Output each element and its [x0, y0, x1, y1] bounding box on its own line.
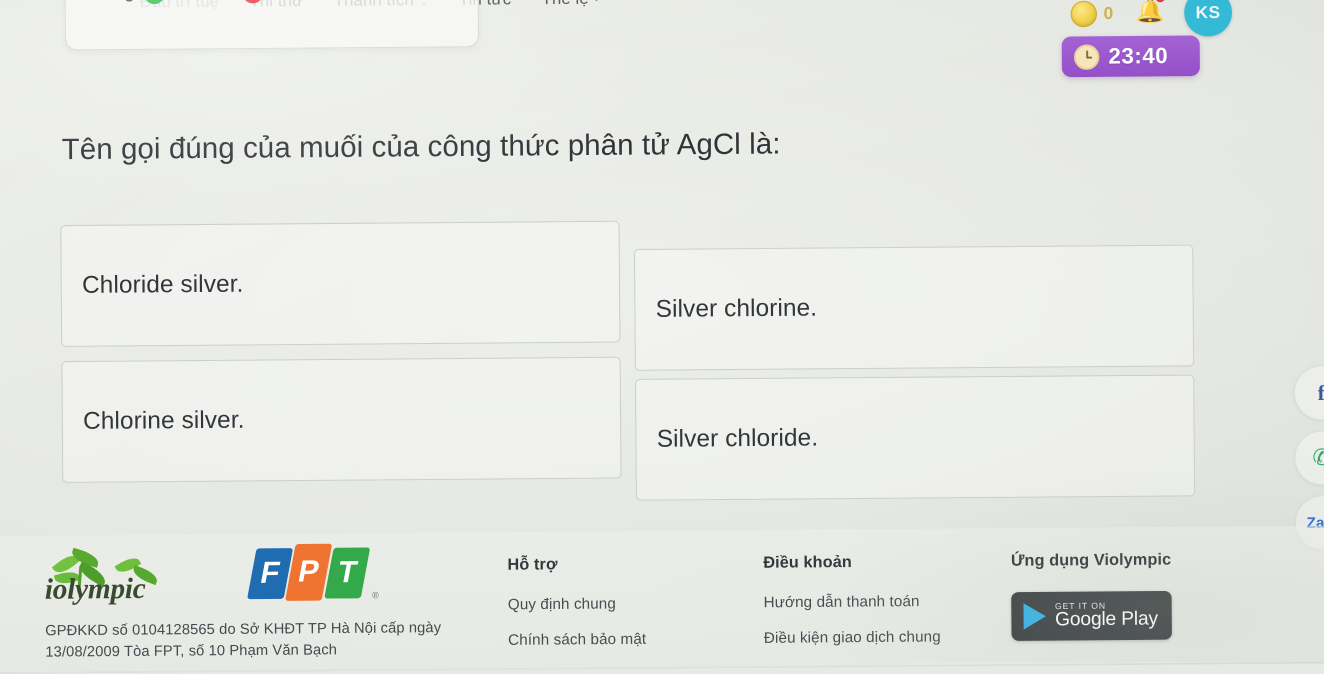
answer-label: Chloride silver. [81, 270, 244, 300]
score-panel: Đúng ✓ 11 Sai ✕ 4 [64, 0, 480, 51]
nav-item-label: Thể lệ [542, 0, 589, 9]
answer-option-a[interactable]: Chloride silver. [60, 220, 621, 347]
coin-icon [1070, 0, 1097, 27]
wrong-label: Sai [210, 0, 234, 2]
footer-link-huong-dan-thanh-toan[interactable]: Hướng dẫn thanh toán [764, 593, 941, 611]
external-link-icon: ↗ [594, 0, 604, 4]
phone-icon[interactable]: ✆ [1294, 430, 1324, 486]
google-play-badge[interactable]: GET IT ON Google Play [1011, 590, 1172, 641]
footer-column-support: Hỗ trợ Quy định chung Chính sách bảo mật [507, 555, 646, 667]
google-play-big-label: Google Play [1054, 608, 1158, 631]
phone-glyph: ✆ [1312, 444, 1324, 471]
facebook-icon[interactable]: f [1293, 365, 1324, 421]
google-play-icon [1023, 603, 1046, 630]
footer-column-title: Hỗ trợ [507, 556, 558, 574]
violympic-logo: iolympic [45, 545, 208, 609]
top-navigation-bar: Đấu trí tuệ Thi thử Thành tích ⌄ Tin tức… [0, 0, 1324, 78]
registration-text: GPĐKKD số 0104128565 do Sở KHĐT TP Hà Nộ… [45, 619, 442, 661]
facebook-glyph: f [1317, 380, 1324, 405]
footer-link-chinh-sach-bao-mat[interactable]: Chính sách bảo mật [508, 631, 646, 649]
fpt-logo: F P T ® [247, 543, 379, 603]
footer-column-title: Điều khoản [763, 553, 852, 572]
footer-logos: iolympic F P T ® [45, 543, 451, 609]
footer-column-terms: Điều khoản Hướng dẫn thanh toán Điều kiệ… [763, 553, 941, 665]
footer-link-dieu-kien-giao-dich-chung[interactable]: Điều kiện giao dịch chung [764, 628, 941, 647]
answer-label: Silver chloride. [656, 424, 819, 453]
answer-option-b[interactable]: Silver chlorine. [633, 244, 1195, 371]
coin-count: 0 [1103, 3, 1114, 23]
fpt-letter-t: T [324, 547, 371, 599]
answer-option-d[interactable]: Silver chloride. [634, 374, 1196, 501]
check-circle-icon: ✓ [143, 0, 165, 5]
nav-item-the-le[interactable]: Thể lệ ↗ [542, 0, 605, 9]
clock-icon [1073, 43, 1100, 70]
timer-value: 23:40 [1108, 42, 1169, 69]
page-footer: iolympic F P T ® GPĐKKD số 0104128565 do… [0, 525, 1324, 673]
score-row: Đúng ✓ 11 Sai ✕ 4 [94, 0, 293, 5]
footer-brand-column: iolympic F P T ® GPĐKKD số 0104128565 do… [45, 543, 452, 664]
answer-label: Silver chlorine. [655, 294, 818, 323]
answer-label: Chlorine silver. [83, 406, 245, 436]
footer-app-title: Ứng dụng Violympic [1010, 551, 1172, 570]
avatar-initials: KS [1195, 2, 1221, 22]
question-text: Tên gọi đúng của muối của công thức phân… [61, 128, 781, 167]
countdown-timer: 23:40 [1061, 35, 1200, 78]
coin-balance[interactable]: 0 [1070, 0, 1113, 27]
nav-right-cluster: 0 🔔 KS [1070, 0, 1233, 37]
google-play-text: GET IT ON Google Play [1054, 600, 1158, 631]
avatar[interactable]: KS [1184, 0, 1233, 37]
answer-options-grid: Chloride silver. Silver chlorine. Chlori… [60, 216, 1196, 501]
floating-social-rail: f ✆ Zalo [1293, 365, 1324, 551]
correct-label: Đúng [94, 0, 134, 3]
notification-button[interactable]: 🔔 [1135, 0, 1165, 27]
violympic-wordmark: iolympic [44, 572, 146, 606]
bell-icon: 🔔 [1135, 0, 1165, 24]
wrong-count: 4 [273, 0, 281, 1]
answer-option-c[interactable]: Chlorine silver. [61, 356, 622, 483]
footer-column-app: Ứng dụng Violympic GET IT ON Google Play [1011, 551, 1172, 641]
correct-count: 11 [174, 0, 189, 1]
x-circle-icon: ✕ [242, 0, 264, 4]
footer-link-quy-dinh-chung[interactable]: Quy định chung [508, 595, 646, 613]
registered-mark: ® [372, 590, 379, 601]
